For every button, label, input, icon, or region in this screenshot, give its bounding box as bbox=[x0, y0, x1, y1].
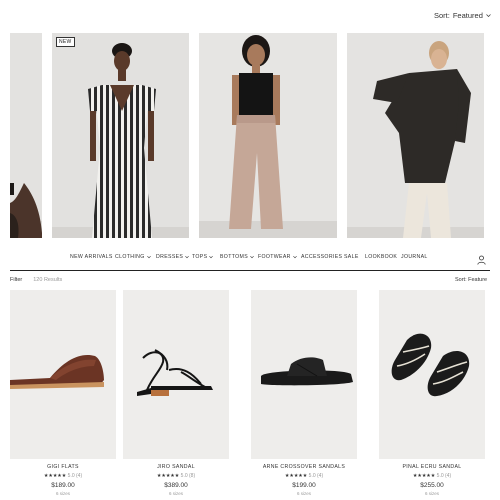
nav-item-tops[interactable]: TOPS bbox=[192, 254, 214, 260]
product-name[interactable]: ARNE CROSSOVER SANDALS bbox=[251, 464, 357, 470]
nav-label: LOOKBOOK bbox=[365, 254, 398, 260]
chevron-down-icon bbox=[250, 255, 254, 259]
nav-label: TOPS bbox=[192, 254, 208, 260]
product-rating: ★★★★★ 5.0 (4) bbox=[379, 473, 485, 479]
product-sizes: 6 sizes bbox=[424, 491, 439, 496]
model-photo[interactable] bbox=[199, 33, 337, 238]
nav-label: JOURNAL bbox=[401, 254, 428, 260]
nav-label: SALE bbox=[344, 254, 359, 260]
model-photo[interactable] bbox=[10, 33, 42, 238]
product-name[interactable]: PINAL ECRU SANDAL bbox=[379, 464, 485, 470]
main-navigation: NEW ARRIVALS CLOTHING DRESSES TOPS BOTTO… bbox=[0, 254, 500, 264]
filter-button[interactable]: Filter bbox=[10, 277, 22, 283]
product-rating: ★★★★★ 5.0 (8) bbox=[123, 473, 229, 479]
user-account-icon[interactable] bbox=[477, 252, 486, 265]
nav-label: DRESSES bbox=[156, 254, 184, 260]
sort-dropdown[interactable]: Sort: Featured bbox=[434, 11, 491, 20]
rating-score: 5.0 (4) bbox=[436, 473, 452, 479]
product-price: $389.00 bbox=[164, 482, 188, 489]
divider bbox=[10, 270, 490, 271]
product-sizes: 6 sizes bbox=[296, 491, 311, 496]
nav-label: NEW ARRIVALS bbox=[70, 254, 113, 260]
star-rating-icon: ★★★★★ bbox=[284, 473, 308, 479]
product-image[interactable] bbox=[251, 290, 357, 459]
rating-score: 5.0 (8) bbox=[180, 473, 196, 479]
nav-label: BOTTOMS bbox=[220, 254, 249, 260]
nav-item-journal[interactable]: JOURNAL bbox=[401, 254, 428, 260]
product-card[interactable]: ARNE CROSSOVER SANDALS ★★★★★ 5.0 (4) $19… bbox=[251, 290, 357, 496]
product-name[interactable]: JIRO SANDAL bbox=[123, 464, 229, 470]
new-badge: NEW bbox=[56, 37, 75, 47]
product-image[interactable] bbox=[379, 290, 485, 459]
nav-item-footwear[interactable]: FOOTWEAR bbox=[258, 254, 297, 260]
nav-item-clothing[interactable]: CLOTHING bbox=[115, 254, 151, 260]
nav-item-sale[interactable]: SALE bbox=[344, 254, 359, 260]
sort-value: Featured bbox=[452, 11, 483, 20]
nav-item-bottoms[interactable]: BOTTOMS bbox=[220, 254, 254, 260]
product-price: $189.00 bbox=[51, 482, 75, 489]
nav-item-accessories[interactable]: ACCESSORIES bbox=[301, 254, 342, 260]
lookbook-photo-row: NEW bbox=[0, 33, 500, 238]
product-image[interactable] bbox=[10, 290, 116, 459]
nav-item-lookbook[interactable]: LOOKBOOK bbox=[365, 254, 397, 260]
product-rating: ★★★★★ 5.0 (4) bbox=[10, 473, 116, 479]
sort-label: Sort: bbox=[434, 11, 450, 20]
product-image[interactable] bbox=[123, 290, 229, 459]
rating-score: 5.0 (4) bbox=[67, 473, 83, 479]
star-rating-icon: ★★★★★ bbox=[156, 473, 180, 479]
chevron-down-icon bbox=[292, 255, 297, 259]
product-price: $255.00 bbox=[420, 482, 444, 489]
model-photo[interactable] bbox=[347, 33, 484, 238]
chevron-down-icon bbox=[209, 255, 214, 259]
product-card[interactable]: JIRO SANDAL ★★★★★ 5.0 (8) $389.00 6 size… bbox=[123, 290, 229, 496]
nav-label: CLOTHING bbox=[115, 254, 145, 260]
sort-dropdown-secondary[interactable]: Sort: Feature bbox=[455, 277, 487, 283]
nav-label: ACCESSORIES bbox=[301, 254, 343, 260]
chevron-down-icon bbox=[486, 13, 491, 18]
model-photo[interactable]: NEW bbox=[52, 33, 189, 238]
chevron-down-icon bbox=[185, 255, 190, 259]
product-price: $199.00 bbox=[292, 482, 316, 489]
product-name[interactable]: GIGI FLATS bbox=[10, 464, 116, 470]
product-sizes: 6 sizes bbox=[168, 491, 183, 496]
product-rating: ★★★★★ 5.0 (4) bbox=[251, 473, 357, 479]
star-rating-icon: ★★★★★ bbox=[412, 473, 436, 479]
nav-item-dresses[interactable]: DRESSES bbox=[156, 254, 190, 260]
nav-label: FOOTWEAR bbox=[258, 254, 291, 260]
rating-score: 5.0 (4) bbox=[308, 473, 324, 479]
nav-item-new-arrivals[interactable]: NEW ARRIVALS bbox=[70, 254, 113, 260]
star-rating-icon: ★★★★★ bbox=[43, 473, 67, 479]
product-card[interactable]: PINAL ECRU SANDAL ★★★★★ 5.0 (4) $255.00 … bbox=[379, 290, 485, 496]
filter-bar: Filter 120 Results bbox=[10, 277, 62, 283]
results-count: 120 Results bbox=[33, 277, 63, 283]
chevron-down-icon bbox=[146, 255, 151, 259]
product-card[interactable]: GIGI FLATS ★★★★★ 5.0 (4) $189.00 6 sizes bbox=[10, 290, 116, 496]
product-sizes: 6 sizes bbox=[55, 491, 70, 496]
